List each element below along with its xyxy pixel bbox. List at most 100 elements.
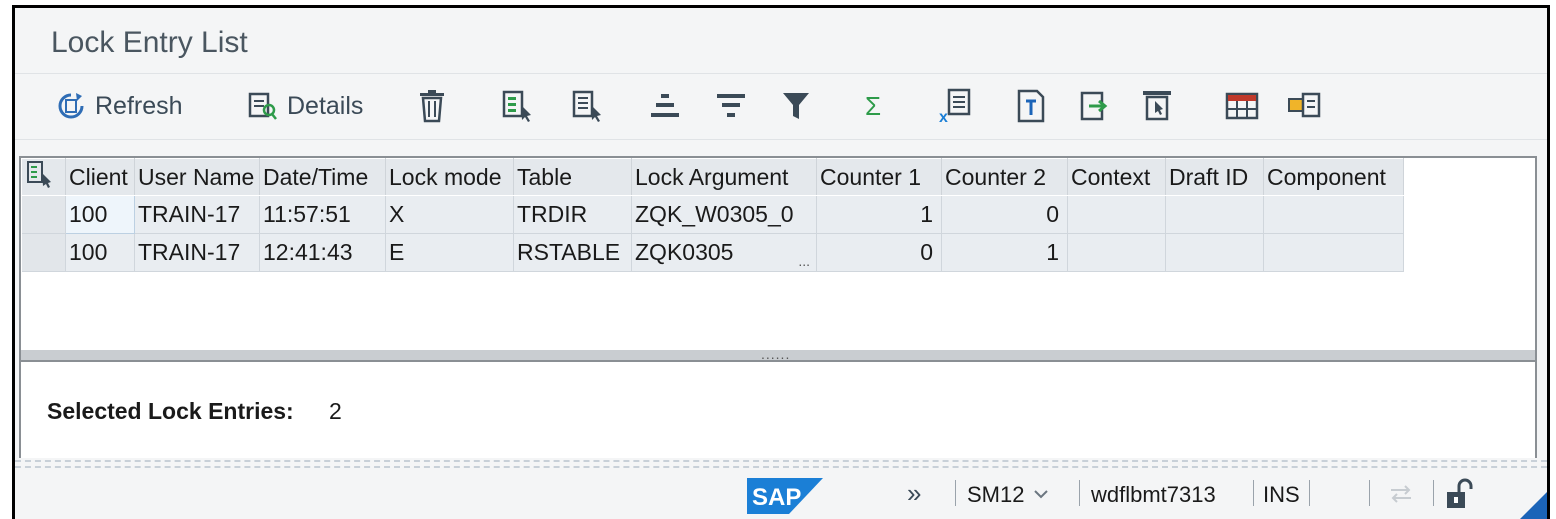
sap-window: Lock Entry List Refresh Details Σ x Clie… [12,5,1550,519]
sort-ascending-icon [649,91,681,121]
export-spreadsheet-icon: x [935,88,975,124]
column-header-table[interactable]: Table [513,158,632,196]
delete-button[interactable] [417,86,447,126]
svg-text:x: x [939,109,948,124]
refresh-button[interactable]: Refresh [55,86,183,126]
cell-date-time[interactable]: 11:57:51 [259,195,386,234]
resize-corner-icon[interactable] [1517,492,1547,519]
sort-descending-icon [715,91,747,121]
column-header-lock-mode[interactable]: Lock mode [385,158,514,196]
connection-icon[interactable] [1387,482,1415,512]
lock-entry-table: Client User Name Date/Time Lock mode Tab… [21,158,1404,272]
cell-counter-1[interactable]: 0 [816,233,942,272]
status-bar: SAP » SM12 wdflbmt7313 INS [15,468,1547,519]
table-row[interactable]: 100 TRAIN-17 11:57:51 X TRDIR ZQK_W0305_… [21,195,1404,234]
details-button[interactable]: Details [247,86,363,126]
choose-layout-icon [571,89,605,123]
print-preview-icon [1015,89,1047,123]
sort-descending-button[interactable] [715,86,747,126]
view-button[interactable] [1287,86,1321,126]
delete-icon [417,89,447,123]
cell-table[interactable]: TRDIR [513,195,632,234]
cell-context[interactable] [1067,233,1166,272]
row-selector[interactable] [21,195,66,234]
cell-component[interactable] [1263,195,1404,234]
change-layout-icon [1225,92,1259,120]
cell-counter-2[interactable]: 1 [941,233,1068,272]
column-header-date-time[interactable]: Date/Time [259,158,386,196]
column-header-counter-2[interactable]: Counter 2 [941,158,1068,196]
status-separator [955,480,956,506]
column-header-draft-id[interactable]: Draft ID [1165,158,1264,196]
selection-info-panel: Selected Lock Entries: 2 [19,362,1537,458]
panel-divider [15,460,1547,468]
lock-entry-grid: Client User Name Date/Time Lock mode Tab… [19,156,1537,362]
cell-context[interactable] [1067,195,1166,234]
status-separator [1079,480,1080,506]
cell-lock-argument: ZQK0305 [635,239,734,265]
filter-button[interactable] [781,86,811,126]
column-header-client[interactable]: Client [65,158,135,196]
title-bar: Lock Entry List [15,8,1547,74]
cell-client[interactable]: 100 [65,195,135,234]
print-preview-button[interactable] [1015,86,1047,126]
change-layout-button[interactable] [1225,86,1259,126]
chevron-down-icon[interactable] [1033,482,1049,508]
status-separator [1433,480,1434,506]
cell-client[interactable]: 100 [65,233,135,272]
details-icon [247,90,279,122]
overflow-marker: ... [798,253,810,269]
table-header-row: Client User Name Date/Time Lock mode Tab… [21,158,1404,196]
select-layout-button[interactable] [501,86,535,126]
transaction-code[interactable]: SM12 [967,482,1024,508]
select-all-icon [26,161,54,193]
sum-icon: Σ [865,90,882,121]
cell-draft-id[interactable] [1165,233,1264,272]
column-header-counter-1[interactable]: Counter 1 [816,158,942,196]
choose-layout-button[interactable] [571,86,605,126]
column-header-component[interactable]: Component [1263,158,1404,196]
select-layout-icon [501,89,535,123]
splitter-grip: ...... [761,346,791,362]
cell-user-name[interactable]: TRAIN-17 [134,233,260,272]
status-separator [1309,480,1310,506]
export-spreadsheet-button[interactable]: x [935,86,975,126]
abc-analysis-button[interactable] [1141,86,1173,126]
cell-lock-mode[interactable]: X [385,195,514,234]
cell-lock-argument-container[interactable]: ZQK0305 ... [631,233,817,272]
select-all-button[interactable] [21,158,66,196]
filter-icon [781,90,811,122]
cell-counter-1[interactable]: 1 [816,195,942,234]
status-separator [1369,480,1370,506]
column-header-context[interactable]: Context [1067,158,1166,196]
application-toolbar: Refresh Details Σ x [15,74,1547,140]
cell-date-time[interactable]: 12:41:43 [259,233,386,272]
cell-counter-2[interactable]: 0 [941,195,1068,234]
expand-status-icon[interactable]: » [907,478,921,509]
server-name: wdflbmt7313 [1091,482,1216,507]
security-lock-icon[interactable] [1445,478,1475,516]
sap-logo-text: SAP [752,484,801,511]
cell-lock-mode[interactable]: E [385,233,514,272]
sap-logo: SAP [747,478,823,519]
splitter-handle[interactable]: ...... [21,346,1535,362]
refresh-icon [55,90,87,122]
selected-lock-entries-label: Selected Lock Entries: [47,398,294,424]
refresh-label: Refresh [95,91,183,120]
cell-user-name[interactable]: TRAIN-17 [134,195,260,234]
table-row[interactable]: 100 TRAIN-17 12:41:43 E RSTABLE ZQK0305 … [21,233,1404,272]
insert-mode[interactable]: INS [1263,482,1300,508]
abc-analysis-icon [1141,89,1173,123]
cell-lock-argument[interactable]: ZQK_W0305_0 [631,195,817,234]
export-button[interactable] [1079,86,1111,126]
page-title: Lock Entry List [51,26,248,59]
row-selector[interactable] [21,233,66,272]
cell-draft-id[interactable] [1165,195,1264,234]
cell-table[interactable]: RSTABLE [513,233,632,272]
selected-lock-entries-value: 2 [329,398,342,424]
column-header-user-name[interactable]: User Name [134,158,260,196]
cell-component[interactable] [1263,233,1404,272]
sort-ascending-button[interactable] [649,86,681,126]
column-header-lock-argument[interactable]: Lock Argument [631,158,817,196]
sum-button[interactable]: Σ [865,86,881,126]
